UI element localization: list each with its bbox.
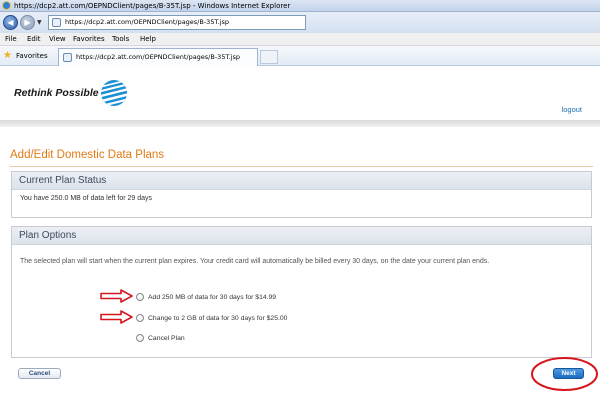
plan-option-label[interactable]: Add 250 MB of data for 30 days for $14.9… — [148, 292, 276, 303]
favorites-bar: ★ Favorites https://dcp2.att.com/OEPNDCl… — [0, 46, 600, 66]
menu-tools[interactable]: Tools — [112, 33, 129, 46]
plan-options-header: Plan Options — [12, 227, 591, 245]
menu-file[interactable]: File — [5, 33, 17, 46]
tab-title: https://dcp2.att.com/OEPNDClient/pages/B… — [76, 53, 241, 61]
menu-favorites[interactable]: Favorites — [73, 33, 105, 46]
tab-page-icon — [63, 53, 72, 62]
current-plan-status-heading: Current Plan Status — [19, 175, 107, 186]
history-dropdown-icon[interactable]: ▼ — [37, 19, 42, 26]
current-plan-status-header: Current Plan Status — [12, 172, 591, 190]
current-plan-status-panel: Current Plan Status You have 250.0 MB of… — [11, 171, 592, 218]
plan-options-panel: Plan Options The selected plan will star… — [11, 226, 592, 358]
menu-edit[interactable]: Edit — [27, 33, 41, 46]
window-title-bar: https://dcp2.att.com/OEPNDClient/pages/B… — [0, 0, 600, 12]
plan-option-label[interactable]: Change to 2 GB of data for 30 days for $… — [148, 313, 287, 324]
logout-link[interactable]: logout — [562, 105, 582, 115]
url-text[interactable]: https://dcp2.att.com/OEPNDClient/pages/B… — [65, 16, 229, 29]
favorites-label: Favorites — [16, 52, 48, 60]
red-arrow-icon — [100, 289, 133, 303]
radio-button[interactable] — [136, 334, 144, 342]
address-bar: ◀ ▶ ▼ https://dcp2.att.com/OEPNDClient/p… — [0, 12, 600, 33]
menu-bar: File Edit View Favorites Tools Help — [0, 33, 600, 46]
radio-button[interactable] — [136, 314, 144, 322]
att-globe-logo — [101, 80, 127, 106]
page-header: Rethink Possible logout — [0, 67, 600, 120]
back-button[interactable]: ◀ — [3, 15, 18, 30]
url-input[interactable]: https://dcp2.att.com/OEPNDClient/pages/B… — [48, 15, 306, 30]
menu-view[interactable]: View — [49, 33, 66, 46]
cancel-button[interactable]: Cancel — [18, 368, 61, 379]
favorites-button[interactable]: ★ Favorites — [3, 49, 55, 63]
page-title: Add/Edit Domestic Data Plans — [10, 149, 165, 161]
menu-help[interactable]: Help — [140, 33, 156, 46]
radio-button[interactable] — [136, 293, 144, 301]
title-divider — [10, 166, 593, 167]
page-icon — [52, 18, 61, 27]
browser-tab[interactable]: https://dcp2.att.com/OEPNDClient/pages/B… — [58, 48, 258, 66]
header-divider — [0, 120, 600, 127]
plan-options-description: The selected plan will start when the cu… — [20, 258, 490, 265]
plan-option-label[interactable]: Cancel Plan — [148, 333, 185, 344]
new-tab-button[interactable] — [260, 50, 278, 64]
current-plan-status-text: You have 250.0 MB of data left for 29 da… — [20, 195, 153, 202]
brand-slogan: Rethink Possible — [14, 87, 99, 99]
red-circle-annotation-icon — [531, 357, 598, 391]
red-arrow-icon — [100, 310, 133, 324]
plan-options-heading: Plan Options — [19, 230, 77, 241]
favorites-star-icon: ★ — [3, 50, 12, 61]
internet-explorer-icon — [2, 1, 11, 10]
forward-button[interactable]: ▶ — [20, 15, 35, 30]
window-title: https://dcp2.att.com/OEPNDClient/pages/B… — [14, 2, 291, 10]
